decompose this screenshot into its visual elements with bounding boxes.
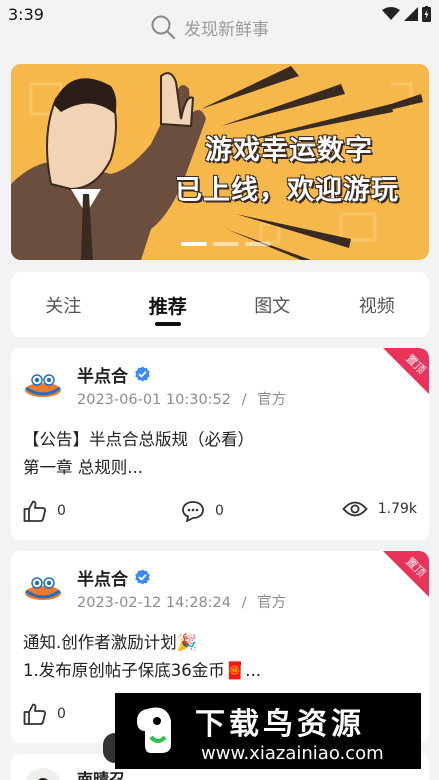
pinned-badge: 置顶 bbox=[383, 551, 429, 597]
tab-video[interactable]: 视频 bbox=[325, 272, 430, 337]
carousel-dot[interactable] bbox=[245, 242, 271, 246]
thumbs-up-icon bbox=[23, 500, 46, 522]
post-date: 2023-06-01 10:30:52 bbox=[77, 392, 231, 408]
watermark-logo bbox=[137, 707, 171, 753]
carousel-indicator bbox=[181, 242, 271, 246]
author-name[interactable]: 半点合 bbox=[77, 362, 128, 387]
status-icons bbox=[382, 6, 431, 22]
post-author[interactable]: 半点合 bbox=[77, 362, 151, 387]
signal-icon bbox=[404, 7, 418, 21]
like-count: 0 bbox=[57, 706, 66, 722]
comment-icon bbox=[182, 501, 204, 522]
tab-image-text[interactable]: 图文 bbox=[220, 272, 325, 337]
banner-title-line1: 游戏幸运数字 bbox=[205, 135, 373, 166]
post-role: 官方 bbox=[257, 392, 287, 408]
post-title: 【公告】半点合总版规（必看） bbox=[23, 430, 254, 449]
post-meta: 2023-06-01 10:30:52 / 官方 bbox=[77, 388, 286, 409]
views-indicator: 1.79k bbox=[342, 500, 417, 518]
eye-icon bbox=[342, 501, 368, 517]
view-count: 1.79k bbox=[377, 501, 417, 517]
post-excerpt: 1.发布原创帖子保底36金币🧧... bbox=[23, 661, 262, 680]
post-date: 2023-02-12 14:28:24 bbox=[77, 595, 231, 611]
search-placeholder: 发现新鲜事 bbox=[184, 19, 269, 40]
watermark-title: 下载鸟资源 bbox=[195, 707, 365, 742]
pinned-badge: 置顶 bbox=[383, 348, 429, 394]
post-excerpt: 第一章 总规则... bbox=[23, 458, 143, 477]
battery-icon bbox=[422, 6, 431, 22]
verified-icon bbox=[135, 569, 150, 585]
author-name[interactable]: 半点合 bbox=[77, 565, 128, 590]
tab-follow[interactable]: 关注 bbox=[11, 272, 116, 337]
search-bar[interactable]: 发现新鲜事 bbox=[150, 10, 330, 44]
carousel-dot[interactable] bbox=[181, 242, 207, 246]
comment-button[interactable]: 0 bbox=[181, 500, 224, 522]
verified-icon bbox=[135, 366, 150, 382]
search-icon bbox=[151, 15, 176, 40]
thumbs-up-icon bbox=[23, 703, 46, 725]
meta-separator: / bbox=[241, 392, 247, 408]
watermark-overlay: 下载鸟资源 www.xiazainiao.com bbox=[115, 693, 421, 769]
watermark-url: www.xiazainiao.com bbox=[201, 743, 384, 764]
post-content[interactable]: 通知.创作者激励计划🎉 1.发布原创帖子保底36金币🧧... bbox=[23, 629, 261, 685]
avatar[interactable] bbox=[23, 766, 63, 780]
post-actions: 0 0 1.79k bbox=[23, 500, 417, 526]
post-author[interactable]: 半点合 bbox=[77, 565, 151, 590]
tab-recommended[interactable]: 推荐 bbox=[116, 272, 221, 337]
post-meta: 2023-02-12 14:28:24 / 官方 bbox=[77, 591, 286, 612]
avatar[interactable] bbox=[23, 364, 63, 404]
comment-count: 0 bbox=[215, 503, 224, 519]
post-role: 官方 bbox=[257, 595, 287, 611]
promo-banner[interactable]: 游戏幸运数字 已上线，欢迎游玩 bbox=[11, 64, 429, 260]
post-content[interactable]: 【公告】半点合总版规（必看） 第一章 总规则... bbox=[23, 426, 254, 482]
meta-separator: / bbox=[241, 595, 247, 611]
status-time: 3:39 bbox=[8, 5, 44, 24]
like-button[interactable]: 0 bbox=[23, 500, 66, 522]
wifi-icon bbox=[382, 7, 400, 20]
carousel-dot[interactable] bbox=[213, 242, 239, 246]
post-card[interactable]: 半点合 2023-06-01 10:30:52 / 官方 置顶 【公告】半点合总… bbox=[11, 348, 429, 540]
banner-title-line2: 已上线，欢迎游玩 bbox=[175, 175, 399, 206]
like-button[interactable]: 0 bbox=[23, 703, 66, 725]
post-title: 通知.创作者激励计划🎉 bbox=[23, 633, 198, 652]
avatar[interactable] bbox=[23, 567, 63, 607]
feed-tabs: 关注 推荐 图文 视频 bbox=[11, 272, 429, 337]
like-count: 0 bbox=[57, 503, 66, 519]
